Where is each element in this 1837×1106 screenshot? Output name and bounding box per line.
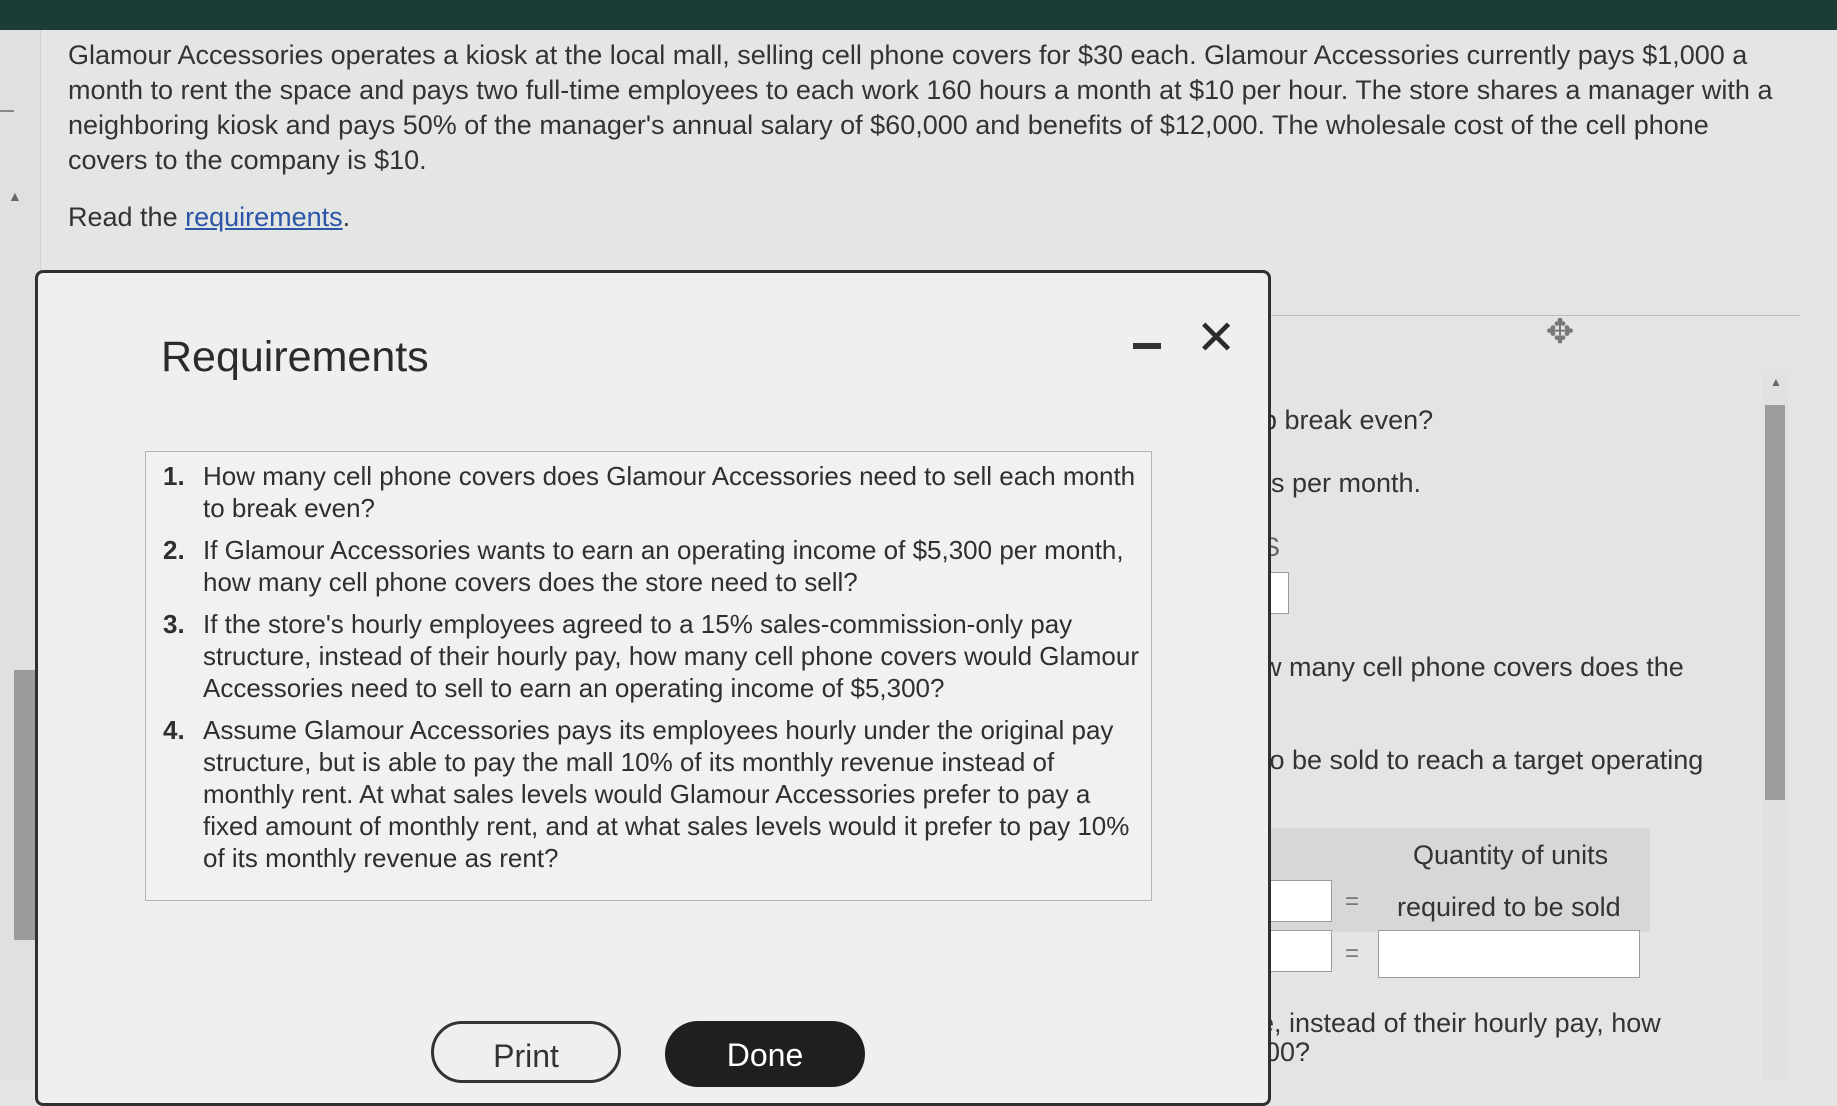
requirement-text: If the store's hourly employees agreed t… (203, 609, 1139, 703)
requirement-number: 1. (163, 461, 185, 491)
minimize-icon[interactable] (1133, 343, 1161, 349)
requirement-text: If Glamour Accessories wants to earn an … (203, 535, 1124, 597)
requirement-item: 2. If Glamour Accessories wants to earn … (146, 534, 1151, 598)
question-text-4: w many cell phone covers does the (1262, 652, 1684, 682)
requirement-item: 4. Assume Glamour Accessories pays its e… (146, 714, 1151, 874)
requirements-list-box: 1. How many cell phone covers does Glamo… (145, 451, 1152, 901)
question-text-6: re, instead of their hourly pay, how (1250, 1008, 1661, 1038)
requirement-number: 3. (163, 609, 185, 639)
close-icon[interactable]: ✕ (1196, 315, 1236, 363)
question-text-2: rs per month. (1262, 468, 1422, 498)
requirement-number: 4. (163, 715, 185, 745)
requirement-number: 2. (163, 535, 185, 565)
move-icon[interactable]: ✥ (1540, 312, 1580, 352)
equals-sign-2: = (1345, 940, 1360, 967)
question-text-1: ɒ break even? (1262, 405, 1434, 435)
read-requirements-line: Read the requirements. (68, 202, 350, 233)
top-bar (0, 0, 1837, 30)
requirements-dialog: Requirements ✕ 1. How many cell phone co… (35, 270, 1271, 1106)
problem-statement: Glamour Accessories operates a kiosk at … (68, 40, 1773, 175)
requirement-text: Assume Glamour Accessories pays its empl… (203, 715, 1130, 873)
dialog-title: Requirements (161, 333, 429, 381)
scrollbar-thumb[interactable] (1765, 405, 1785, 800)
requirement-text: How many cell phone covers does Glamour … (203, 461, 1136, 523)
equals-sign-1: = (1345, 888, 1360, 915)
done-button[interactable]: Done (665, 1021, 865, 1087)
units-header-line2: required to be sold (1397, 892, 1621, 922)
units-header-line1: Quantity of units (1413, 840, 1609, 870)
requirements-list: 1. How many cell phone covers does Glamo… (146, 460, 1151, 874)
print-button[interactable]: Print (431, 1021, 621, 1083)
collapse-dash[interactable] (0, 110, 14, 112)
requirement-item: 1. How many cell phone covers does Glamo… (146, 460, 1151, 524)
question-text-5: to be sold to reach a target operating (1262, 745, 1704, 775)
requirements-link[interactable]: requirements (185, 202, 343, 232)
caret-up-icon[interactable]: ▲ (8, 188, 22, 204)
units-result-input[interactable] (1378, 930, 1640, 978)
requirement-item: 3. If the store's hourly employees agree… (146, 608, 1151, 704)
scroll-up-icon[interactable]: ▲ (1770, 375, 1782, 389)
read-prefix: Read the (68, 202, 186, 232)
read-suffix: . (342, 202, 351, 232)
